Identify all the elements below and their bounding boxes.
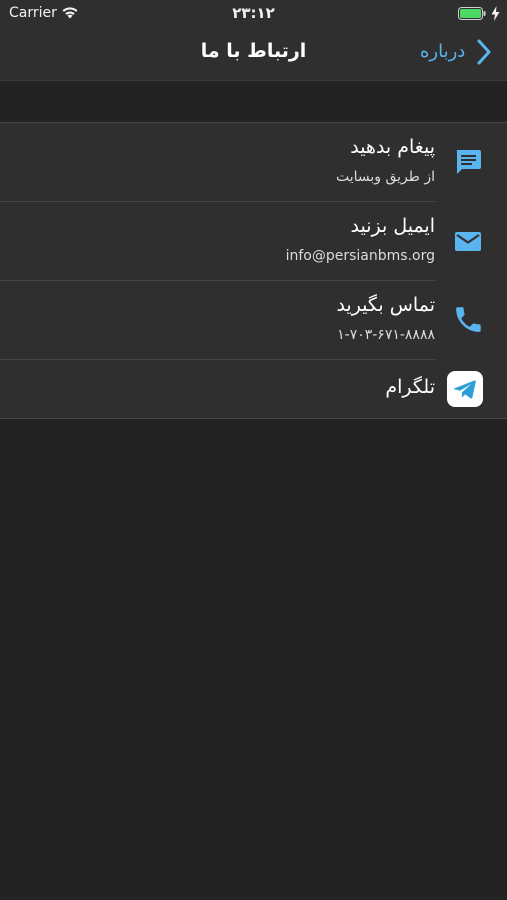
contact-row-telegram[interactable]: تلگرام [0,360,507,418]
contact-title: پیغام بدهید [350,136,435,158]
contact-row-email[interactable]: ایمیل بزنید info@persianbms.org [0,202,507,281]
contact-title: تماس بگیرید [336,294,435,316]
back-button[interactable]: درباره [416,36,498,70]
battery-icon [458,7,486,20]
contact-title: تلگرام [385,376,435,398]
charging-bolt-icon [491,6,500,21]
back-button-label: درباره [420,41,466,62]
contact-subtitle: ۱-۷۰۳-۶۷۱-۸۸۸۸ [337,327,435,343]
message-icon [456,150,481,174]
phone-icon [456,307,481,332]
navigation-bar: ارتباط با ما درباره [0,28,507,81]
chevron-right-icon [477,39,491,65]
clock: ۲۳:۱۲ [232,4,275,22]
telegram-icon [447,371,483,407]
contact-subtitle: از طریق وبسایت [335,169,435,185]
contact-row-phone[interactable]: تماس بگیرید ۱-۷۰۳-۶۷۱-۸۸۸۸ [0,281,507,360]
status-bar: Carrier ۲۳:۱۲ [0,0,507,28]
mail-icon [455,232,481,251]
contact-title: ایمیل بزنید [350,215,435,237]
contact-subtitle: info@persianbms.org [285,248,435,264]
contact-list: پیغام بدهید از طریق وبسایت ایمیل بزنید i… [0,122,507,419]
contact-row-message[interactable]: پیغام بدهید از طریق وبسایت [0,123,507,202]
